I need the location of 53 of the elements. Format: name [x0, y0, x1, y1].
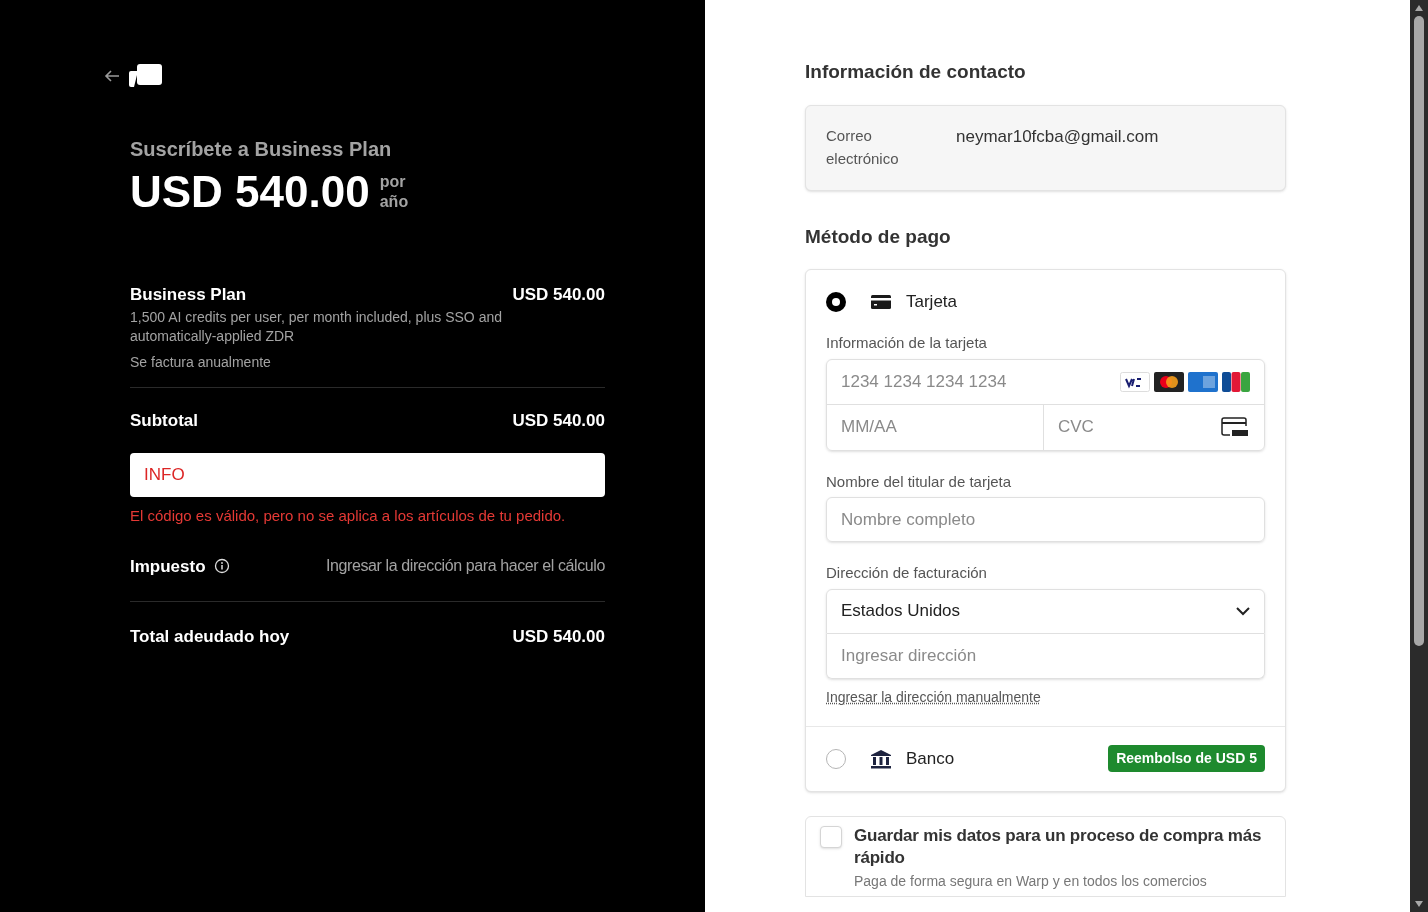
- radio-button[interactable]: [826, 748, 846, 769]
- price-period: año: [379, 192, 409, 212]
- scroll-down-icon[interactable]: [1414, 900, 1424, 908]
- card-brand-icon: [1120, 371, 1150, 392]
- payment-heading: Método de pago: [805, 224, 952, 249]
- scrollbar[interactable]: [1410, 0, 1428, 912]
- payment-method-label[interactable]: Tarjeta: [906, 289, 958, 315]
- cashback-badge: Reembolso de USD 5: [1108, 745, 1265, 772]
- plan-name: Business Plan: [130, 284, 247, 306]
- card-brand-icon: [1188, 371, 1218, 392]
- scrollbar-thumb[interactable]: [1414, 16, 1424, 646]
- radio-button[interactable]: [826, 292, 846, 312]
- address-field[interactable]: Ingresar dirección: [826, 633, 1265, 679]
- card-brand-icon: [1154, 371, 1184, 392]
- card-info-label: Información de la tarjeta: [826, 333, 988, 353]
- billing-address-label: Dirección de facturación: [826, 563, 988, 583]
- card-number-field[interactable]: 1234 1234 1234 1234: [841, 368, 1120, 395]
- logo-icon: [128, 62, 162, 90]
- promo-code-field[interactable]: INFO: [130, 453, 605, 497]
- save-details-description: Paga de forma segura en Warp y en todos los comercios: [854, 871, 1208, 891]
- email-label: Correo electrónico: [826, 125, 900, 169]
- email-value: neymar10fcba@gmail.com: [956, 125, 1159, 148]
- cardholder-field[interactable]: Nombre completo: [826, 497, 1265, 542]
- expiry-field[interactable]: MM/AA: [827, 404, 1044, 450]
- plan-price: USD 540.00: [512, 284, 605, 306]
- back-arrow-icon[interactable]: [104, 69, 120, 83]
- subtotal-label: Subtotal: [130, 409, 198, 432]
- country-select[interactable]: Estados Unidos: [826, 588, 1265, 634]
- card-icon: [870, 294, 892, 310]
- plan-description: 1,500 AI credits per user, per month included, plus SSO and automatically-applied ZDR: [130, 307, 503, 346]
- price-amount: USD 540.00: [130, 166, 370, 218]
- tax-label: Impuesto: [130, 555, 206, 578]
- promo-error: El código es válido, pero no se aplica a los artículos de tu pedido.: [130, 506, 567, 526]
- info-icon[interactable]: [213, 558, 230, 575]
- scroll-up-icon[interactable]: [1414, 4, 1424, 12]
- subtotal-value: USD 540.00: [512, 409, 605, 432]
- tax-value: Ingresar la dirección para hacer el cálculo: [326, 556, 605, 577]
- subscribe-title: Suscríbete a Business Plan: [130, 137, 393, 162]
- chevron-down-icon: [1236, 606, 1250, 616]
- card-brand-icon: [1222, 371, 1250, 392]
- save-checkbox[interactable]: [820, 825, 842, 848]
- contact-heading: Información de contacto: [805, 60, 1027, 84]
- total-label: Total adeudado hoy: [130, 626, 290, 648]
- save-details-title: Guardar mis datos para un proceso de compra más rápido: [854, 824, 1263, 869]
- billing-note: Se factura anualmente: [130, 352, 272, 372]
- cvc-field[interactable]: CVC: [1058, 414, 1220, 440]
- price-period: por: [379, 172, 407, 192]
- bank-icon: [870, 748, 892, 769]
- cardholder-label: Nombre del titular de tarjeta: [826, 471, 1013, 492]
- manual-address-link[interactable]: Ingresar la dirección manualmente: [826, 686, 1265, 708]
- total-value: USD 540.00: [512, 626, 605, 648]
- payment-method-label[interactable]: Banco: [906, 745, 955, 772]
- cvc-card-icon: [1220, 416, 1250, 438]
